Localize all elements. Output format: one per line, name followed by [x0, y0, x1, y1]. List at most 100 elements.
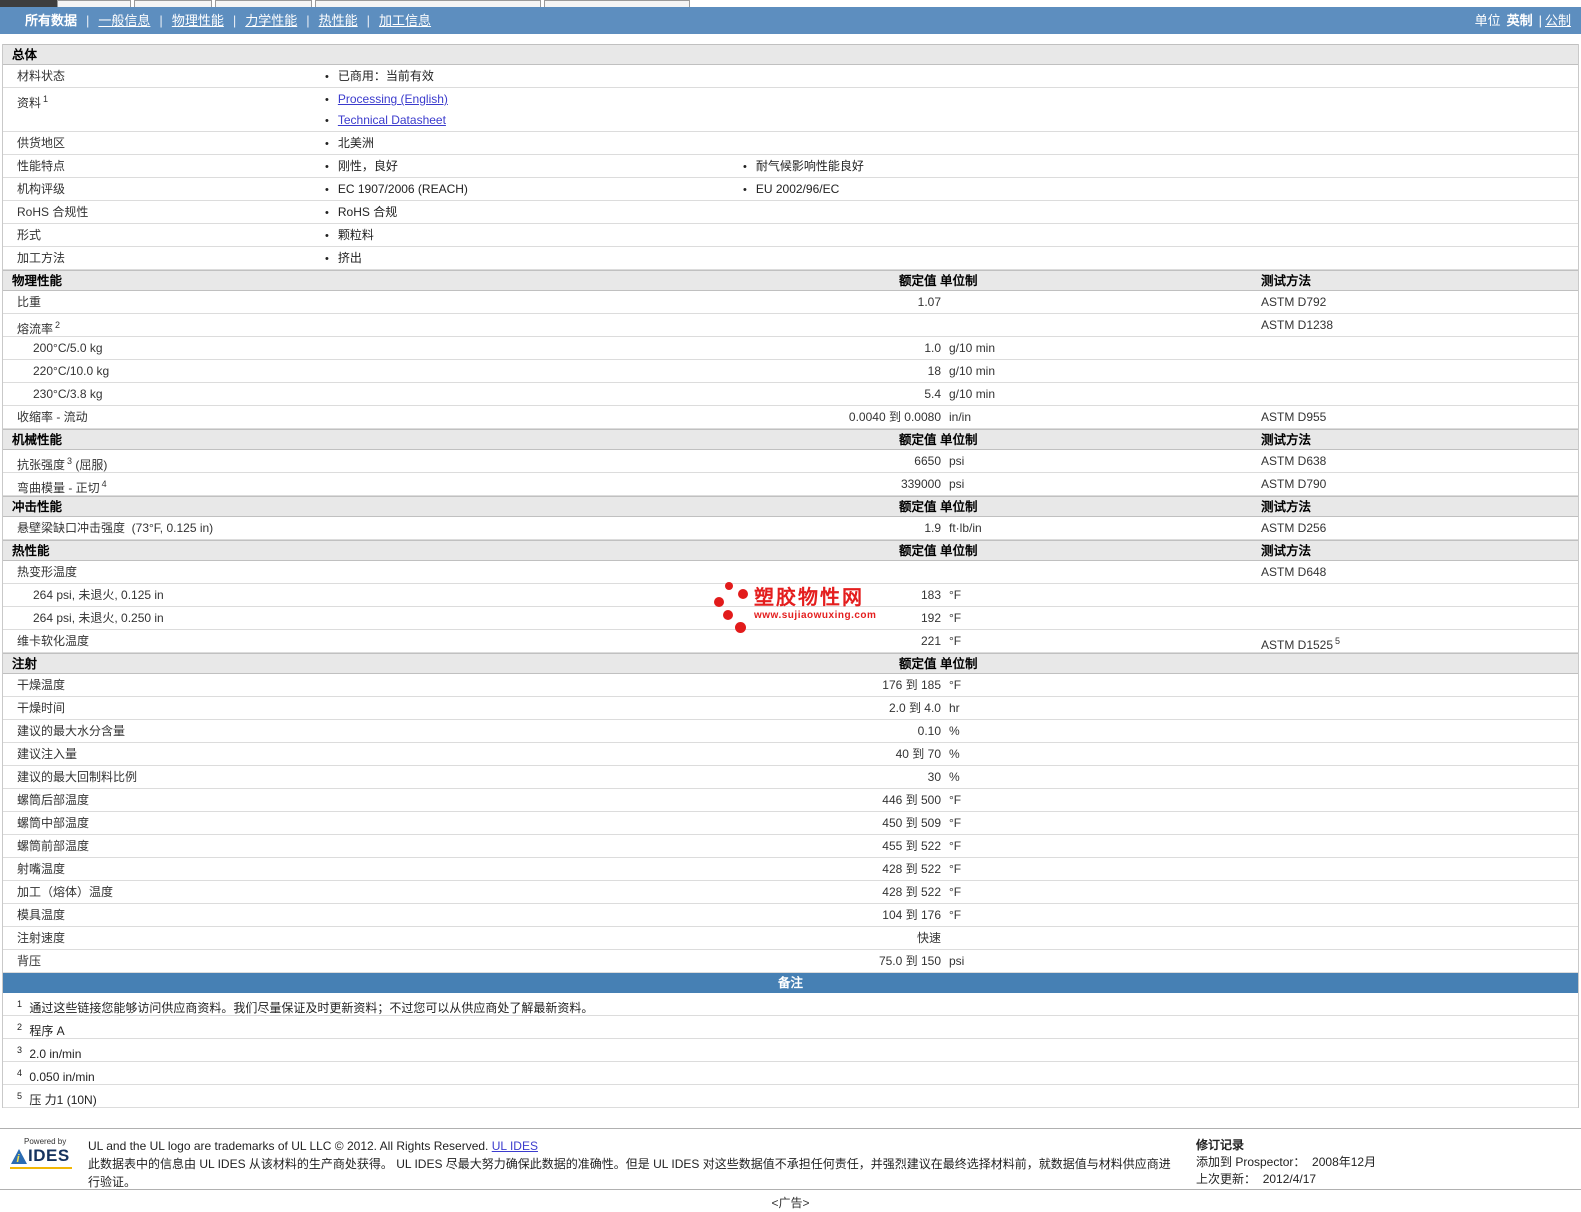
section-header: 物理性能 额定值 单位制 测试方法	[3, 270, 1578, 291]
row-value: 455 到 522	[882, 839, 941, 853]
bullet-icon: •	[743, 184, 747, 196]
bullet-item: • 耐气候影响性能良好	[743, 156, 864, 177]
ides-logo: Powered by i IDES	[10, 1137, 80, 1169]
row-unit: g/10 min	[949, 387, 996, 401]
disclaimer-text: 此数据表中的信息由 UL IDES 从该材料的生产商处获得。 UL IDES 尽…	[88, 1157, 1171, 1189]
table-row: 供货地区 • 北美洲	[3, 132, 1578, 155]
table-row: 射嘴温度 428 到 522 °F	[3, 858, 1578, 881]
row-test-method: ASTM D792	[1261, 295, 1327, 309]
bullet-text: EU 2002/96/EC	[755, 182, 840, 196]
ides-brand-label: IDES	[28, 1146, 70, 1165]
note-item: 4 0.050 in/min	[3, 1062, 1578, 1085]
section-title: 注射	[12, 657, 38, 671]
unit-metric-link[interactable]: 公制	[1545, 13, 1571, 28]
nav-tab[interactable]: 热性能	[319, 13, 358, 28]
bullet-item: • EU 2002/96/EC	[743, 179, 839, 200]
section-title: 热性能	[12, 544, 50, 558]
bullet-text: RoHS 合规	[337, 205, 398, 219]
table-row: 热变形温度 ASTM D648	[3, 561, 1578, 584]
revision-added-label: 添加到 Prospector：	[1196, 1155, 1306, 1169]
row-unit: psi	[949, 477, 965, 491]
nav-tab[interactable]: 加工信息	[379, 13, 431, 28]
row-unit: °F	[949, 862, 962, 876]
row-label: 热变形温度	[17, 565, 78, 579]
bullet-text[interactable]: Technical Datasheet	[338, 113, 446, 127]
table-row: 加工方法 • 挤出	[3, 247, 1578, 270]
bullet-icon: •	[325, 253, 329, 265]
nav-tab[interactable]: 物理性能	[172, 13, 224, 28]
revision-added-value: 2008年12月	[1312, 1155, 1377, 1169]
table-row: 230°C/3.8 kg 5.4 g/10 min	[3, 383, 1578, 406]
unit-separator: |	[1538, 13, 1542, 28]
row-label: 注射速度	[17, 931, 66, 945]
row-unit: °F	[949, 588, 962, 602]
ul-ides-link[interactable]: UL IDES	[492, 1139, 538, 1153]
row-unit: °F	[949, 634, 962, 648]
row-label: RoHS 合规性	[17, 205, 89, 219]
tab-stub	[544, 0, 690, 7]
tab-stub	[315, 0, 541, 7]
units-label: 单位	[1474, 13, 1501, 28]
row-label: 螺筒前部温度	[17, 839, 90, 853]
row-label: 230°C/3.8 kg	[33, 387, 103, 401]
row-label: 形式	[17, 228, 42, 242]
bullet-item: • 已商用：当前有效	[325, 66, 434, 87]
revision-title: 修订记录	[1196, 1138, 1245, 1152]
nav-tab[interactable]: 一般信息	[98, 13, 150, 28]
column-header-value: 额定值 单位制	[899, 500, 978, 514]
row-test-method: ASTM D1238	[1261, 318, 1334, 332]
navbar: 所有数据 | 一般信息 | 物理性能 | 力学性能 | 热性能 | 加工信息 单位 英制 | 公制	[0, 7, 1581, 34]
row-label: 加工（熔体）温度	[17, 885, 114, 899]
property-table: 总体 材料状态 • 已商用：当前有效 资料 1 • Processing (English) •…	[2, 44, 1579, 1108]
bullet-item: • 北美洲	[325, 133, 374, 154]
bullet-text: 刚性，良好	[337, 159, 398, 173]
row-label: 背压	[17, 954, 42, 968]
row-value: 221	[920, 634, 941, 648]
bullet-link[interactable]: • Technical Datasheet	[325, 110, 446, 131]
section-header: 热性能 额定值 单位制 测试方法	[3, 540, 1578, 561]
nav-tab-separator: |	[232, 13, 237, 28]
revision-updated-value: 2012/4/17	[1262, 1172, 1317, 1186]
column-header-method: 测试方法	[1261, 544, 1312, 558]
row-value: 1.0	[924, 341, 941, 355]
nav-tab-separator: |	[306, 13, 310, 28]
section-title: 物理性能	[12, 274, 63, 288]
bullet-icon: •	[325, 115, 329, 127]
row-label: 220°C/10.0 kg	[33, 364, 110, 378]
row-unit: in/in	[949, 410, 972, 424]
bullet-icon: •	[325, 230, 329, 242]
table-row: 维卡软化温度 221 °F ASTM D1525 5	[3, 630, 1578, 653]
row-test-method: ASTM D256	[1261, 521, 1327, 535]
revision-updated-label: 上次更新：	[1196, 1172, 1257, 1186]
row-label: 螺筒后部温度	[17, 793, 90, 807]
bullet-text: 颗粒料	[337, 228, 374, 242]
row-label: 建议的最大回制料比例	[17, 770, 138, 784]
tab-stub	[57, 0, 131, 7]
row-value: 0.0040 到 0.0080	[848, 410, 941, 424]
row-label: 模具温度	[17, 908, 66, 922]
row-label: 射嘴温度	[17, 862, 66, 876]
notes-header: 备注	[3, 973, 1578, 993]
bullet-link[interactable]: • Processing (English)	[325, 89, 448, 110]
row-value: 75.0 到 150	[878, 954, 941, 968]
row-label: 200°C/5.0 kg	[33, 341, 103, 355]
table-row: 干燥时间 2.0 到 4.0 hr	[3, 697, 1578, 720]
bullet-text[interactable]: Processing (English)	[338, 92, 448, 106]
row-value: 40 到 70	[895, 747, 941, 761]
row-label: 供货地区	[17, 136, 66, 150]
row-unit: °F	[949, 885, 962, 899]
table-row: 螺筒后部温度 446 到 500 °F	[3, 789, 1578, 812]
section-header: 总体	[3, 44, 1578, 65]
row-value: 2.0 到 4.0	[888, 701, 941, 715]
nav-tab[interactable]: 所有数据	[25, 13, 77, 28]
revision-record: 修订记录 添加到 Prospector： 2008年12月 上次更新： 2012…	[1196, 1137, 1376, 1188]
bullet-icon: •	[743, 161, 747, 173]
table-row: 收缩率 - 流动 0.0040 到 0.0080 in/in ASTM D955	[3, 406, 1578, 429]
section-header: 注射 额定值 单位制	[3, 653, 1578, 674]
row-label: 资料 1	[17, 94, 49, 110]
table-row: 资料 1 • Processing (English) • Technical Datas…	[3, 88, 1578, 132]
row-label: 性能特点	[17, 159, 66, 173]
table-row: 264 psi, 未退火, 0.125 in 183 °F	[3, 584, 1578, 607]
table-row: 建议的最大回制料比例 30%	[3, 766, 1578, 789]
nav-tab[interactable]: 力学性能	[245, 13, 297, 28]
